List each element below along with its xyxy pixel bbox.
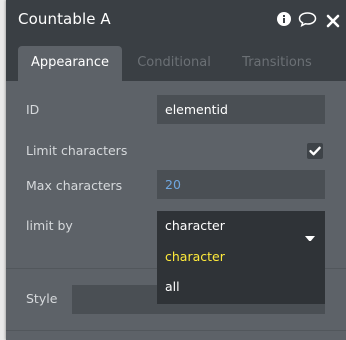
limit-characters-checkbox[interactable] xyxy=(307,143,323,159)
tab-bar: Appearance Conditional Transitions xyxy=(6,40,346,81)
comment-icon[interactable] xyxy=(298,11,317,31)
tab-conditional[interactable]: Conditional xyxy=(128,46,220,81)
id-input[interactable]: elementid xyxy=(157,95,325,124)
checkmark-icon xyxy=(309,146,321,156)
limit-by-selected-value: character xyxy=(165,218,225,233)
style-label: Style xyxy=(26,291,58,306)
limit-characters-label: Limit characters xyxy=(26,143,128,158)
limit-by-select[interactable]: character xyxy=(157,211,325,242)
tab-appearance[interactable]: Appearance xyxy=(18,46,122,81)
element-title: Countable A xyxy=(18,10,111,28)
info-icon[interactable] xyxy=(276,11,292,31)
panel-header: Countable A xyxy=(6,0,346,40)
id-label: ID xyxy=(26,102,40,117)
property-editor-panel: Countable A Appearance Conditional Trans… xyxy=(6,0,346,340)
max-characters-label: Max characters xyxy=(26,178,123,193)
max-characters-input[interactable]: 20 xyxy=(157,170,325,199)
bottom-divider xyxy=(6,330,346,331)
dropdown-option-character[interactable]: character xyxy=(165,249,225,264)
tab-transitions[interactable]: Transitions xyxy=(231,46,323,81)
close-icon[interactable] xyxy=(326,13,340,32)
dropdown-option-all[interactable]: all xyxy=(165,279,180,294)
limit-by-dropdown: character all xyxy=(157,241,325,304)
limit-by-label: limit by xyxy=(26,218,73,233)
